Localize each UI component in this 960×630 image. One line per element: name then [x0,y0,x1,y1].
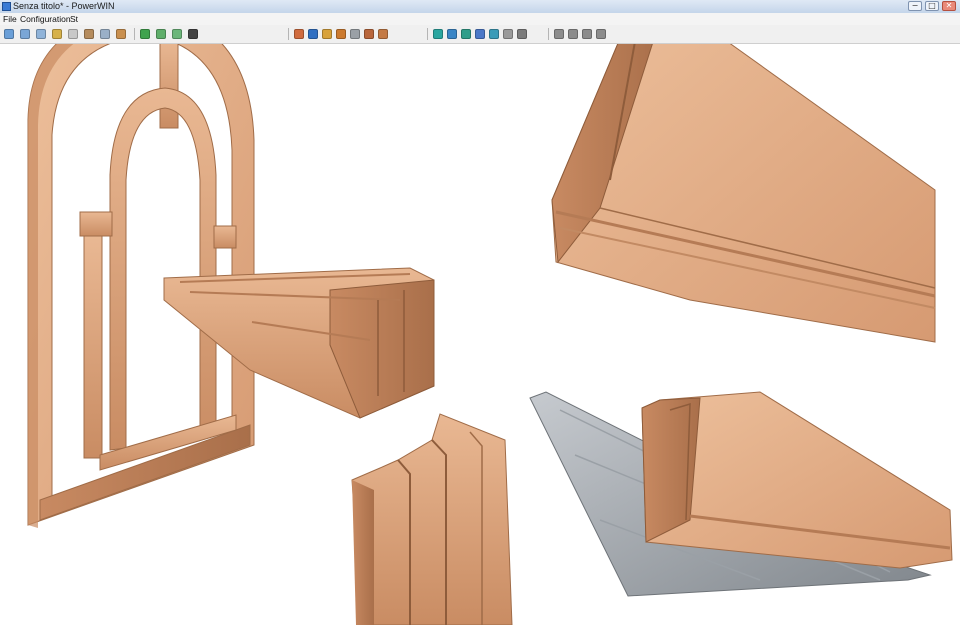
window-controls: − □ ✕ [908,1,956,11]
toolbar-separator [548,28,549,40]
view3d-alt-icon[interactable] [172,29,182,39]
window-transom-right [213,225,237,249]
cube-top-icon[interactable] [447,29,457,39]
cube-iso-icon[interactable] [475,29,485,39]
list-icon[interactable] [350,29,360,39]
menu-file[interactable]: File [3,13,17,25]
shield-icon[interactable] [140,29,150,39]
image-icon[interactable] [364,29,374,39]
material-icon[interactable] [116,29,126,39]
cube-back-icon[interactable] [489,29,499,39]
align-center-icon[interactable] [568,29,578,39]
frame-icon[interactable] [84,29,94,39]
menu-st[interactable]: St [70,13,78,25]
window-transom-left [79,211,113,237]
view3d-icon[interactable] [156,29,166,39]
save-icon[interactable] [20,29,30,39]
app-icon [2,2,11,11]
profile-upright-bottom [351,413,513,626]
drawing-canvas[interactable] [0,7,960,626]
minimize-button[interactable]: − [908,1,922,11]
toolbar [0,25,960,44]
title-bar: Senza titolo* - PowerWIN − □ ✕ [0,0,960,14]
bolt-icon[interactable] [322,29,332,39]
upright-profile-left-face [352,480,374,625]
print-icon[interactable] [36,29,46,39]
toolbar-separator [427,28,428,40]
upright-profile-body [351,413,513,626]
cube-front-icon[interactable] [433,29,443,39]
align-left-icon[interactable] [554,29,564,39]
shape-icon[interactable] [68,29,78,39]
open-icon[interactable] [4,29,14,39]
image-alt-icon[interactable] [378,29,388,39]
window-mullion [159,39,179,129]
profile-with-cladding [529,391,953,597]
parts-icon[interactable] [294,29,304,39]
lock-icon[interactable] [188,29,198,39]
window-left-post [83,235,103,459]
menu-configuration[interactable]: Configuration [20,13,71,25]
cube-side-icon[interactable] [461,29,471,39]
tool-icon[interactable] [52,29,62,39]
align-bottom-icon[interactable] [596,29,606,39]
close-button[interactable]: ✕ [942,1,956,11]
grid-icon[interactable] [100,29,110,39]
toolbar-separator [134,28,135,40]
toolbar-separator [288,28,289,40]
scene-svg [27,7,953,626]
align-right-icon[interactable] [582,29,592,39]
profile-large-top-right [551,9,936,343]
report-icon[interactable] [336,29,346,39]
cube-grey-icon[interactable] [503,29,513,39]
window-title: Senza titolo* - PowerWIN [13,1,115,11]
cube-wire-icon[interactable] [517,29,527,39]
target-icon[interactable] [308,29,318,39]
maximize-button[interactable]: □ [925,1,939,11]
